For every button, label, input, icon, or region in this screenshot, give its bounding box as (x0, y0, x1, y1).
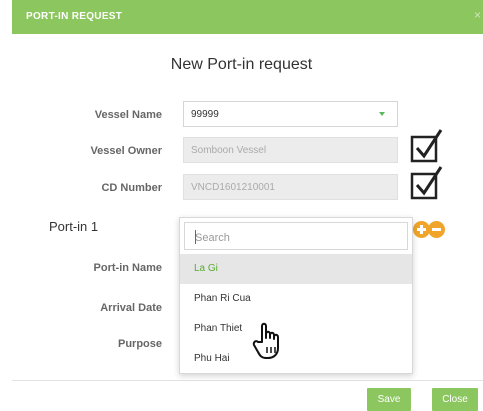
vessel-owner-label: Vessel Owner (90, 145, 162, 157)
dropdown-option[interactable]: La Gi (180, 254, 412, 284)
close-button[interactable]: Close (432, 388, 478, 411)
form-title: New Port-in request (170, 56, 313, 73)
dropdown-option[interactable]: Phan Thiet (180, 314, 412, 344)
checkbox-checked-icon[interactable] (410, 165, 444, 201)
vessel-name-select[interactable]: 99999 (183, 101, 398, 127)
dialog-title: PORT-IN REQUEST (26, 11, 123, 22)
cd-number-label: CD Number (101, 182, 162, 194)
dropdown-caret-icon (379, 112, 385, 116)
checkbox-checked-icon[interactable] (410, 128, 444, 164)
port-in-dropdown: Search La Gi Phan Ri Cua Phan Thiet Phu … (179, 217, 413, 374)
purpose-label: Purpose (117, 338, 162, 350)
footer-divider (12, 380, 483, 381)
cd-number-field: VNCD1601210001 (183, 174, 398, 200)
dropdown-option[interactable]: Phu Hai (180, 344, 412, 374)
vessel-owner-value: Somboon Vessel (191, 145, 267, 156)
arrival-date-label: Arrival Date (100, 302, 162, 314)
close-icon[interactable]: × (474, 8, 481, 22)
dialog-header: PORT-IN REQUEST × (12, 0, 483, 34)
vessel-name-value: 99999 (191, 109, 219, 120)
save-button[interactable]: Save (367, 388, 411, 411)
cd-number-value: VNCD1601210001 (191, 182, 275, 193)
text-cursor (195, 230, 196, 244)
remove-circle-icon[interactable] (428, 221, 445, 238)
search-placeholder: Search (195, 232, 230, 244)
vessel-owner-field: Somboon Vessel (183, 137, 398, 163)
hand-pointer-icon (252, 322, 279, 359)
dropdown-option[interactable]: Phan Ri Cua (180, 284, 412, 314)
port-in-name-label: Port-in Name (93, 262, 162, 274)
vessel-name-label: Vessel Name (94, 109, 162, 121)
port-in-section-label: Port-in 1 (49, 219, 99, 234)
dropdown-search-input[interactable]: Search (184, 222, 408, 250)
